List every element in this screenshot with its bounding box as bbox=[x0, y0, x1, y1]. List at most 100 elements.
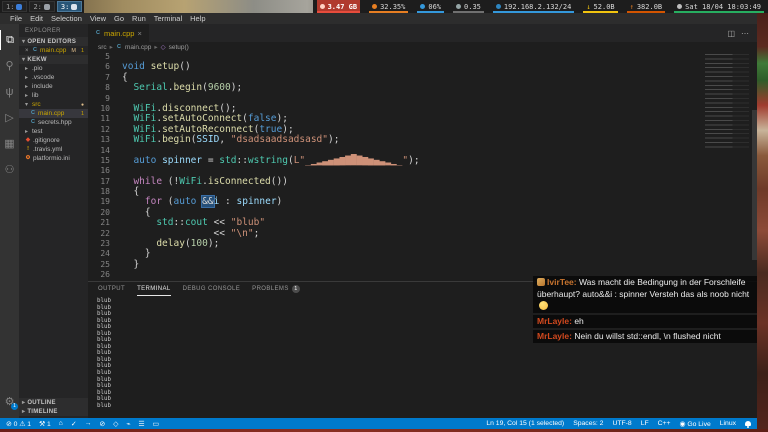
split-editor-icon[interactable]: ◫ bbox=[727, 29, 735, 38]
code-token: { bbox=[122, 206, 151, 218]
eol[interactable]: LF bbox=[641, 420, 649, 427]
breadcrumb-item[interactable]: main.cpp bbox=[125, 44, 151, 51]
panel-tab-output[interactable]: OUTPUT bbox=[98, 282, 125, 296]
chat-username[interactable]: IvirTee: bbox=[547, 277, 579, 287]
pio-home-icon[interactable]: ⌂ bbox=[59, 420, 63, 427]
menu-go[interactable]: Go bbox=[110, 14, 128, 23]
workspace-switcher: 1: 2: 3: bbox=[0, 0, 85, 13]
menu-run[interactable]: Run bbox=[128, 14, 150, 23]
pio-upload-icon[interactable]: → bbox=[85, 420, 92, 427]
tab-close-icon[interactable]: × bbox=[137, 29, 141, 38]
explorer-icon[interactable]: ⧉ bbox=[0, 30, 19, 50]
menu-selection[interactable]: Selection bbox=[47, 14, 86, 23]
file-item--pio[interactable]: ▸ .pio bbox=[19, 64, 88, 73]
chat-username[interactable]: MrLayle: bbox=[537, 331, 574, 341]
menu-items: File Edit Selection View Go Run Terminal Help bbox=[6, 14, 210, 23]
code-line[interactable]: 25 } bbox=[88, 258, 757, 270]
status-block: 06% bbox=[417, 0, 445, 13]
code-lines: 5 6 void setup() 7{8 Serial.begin(9600); 9 10… bbox=[88, 52, 757, 281]
tab-main-cpp[interactable]: C main.cpp × bbox=[88, 24, 149, 42]
open-editors-header[interactable]: ▾ OPEN EDITORS bbox=[19, 37, 88, 46]
file-item-lib[interactable]: ▸ lib bbox=[19, 91, 88, 100]
menu-terminal[interactable]: Terminal bbox=[150, 14, 186, 23]
file-item--travis-yml[interactable]: ! .travis.yml bbox=[19, 145, 88, 154]
panel-tab-terminal[interactable]: TERMINAL bbox=[137, 282, 171, 296]
file-item--vscode[interactable]: ▸ .vscode bbox=[19, 73, 88, 82]
code-token: << bbox=[207, 217, 231, 229]
manage-gear-icon[interactable]: ⚙ 1 bbox=[0, 392, 19, 412]
code-token: } bbox=[122, 258, 140, 270]
extensions-icon[interactable]: ▦ bbox=[0, 134, 19, 154]
search-icon[interactable]: ⚲ bbox=[0, 56, 19, 76]
file-item-test[interactable]: ▸ test bbox=[19, 127, 88, 136]
menu-edit[interactable]: Edit bbox=[26, 14, 47, 23]
code-line[interactable]: 8 Serial.begin(9600); bbox=[88, 82, 757, 94]
code-line[interactable]: 17 while (!WiFi.isConnected()) bbox=[88, 175, 757, 187]
pio-clean-icon[interactable]: ⊘ bbox=[99, 420, 105, 428]
file-item-secrets-hpp[interactable]: Csecrets.hpp bbox=[19, 118, 88, 127]
code-token: = bbox=[202, 154, 220, 166]
indentation[interactable]: Spaces: 2 bbox=[573, 420, 603, 427]
file-item--gitignore[interactable]: ◆ .gitignore bbox=[19, 136, 88, 145]
code-token: begin bbox=[162, 134, 191, 146]
code-line[interactable]: 23 delay(100); bbox=[88, 238, 757, 249]
menu-view[interactable]: View bbox=[86, 14, 110, 23]
remote-os[interactable]: Linux bbox=[720, 420, 736, 427]
code-editor[interactable]: 5 6 void setup() 7{8 Serial.begin(9600); 9 10… bbox=[88, 52, 757, 281]
minimap[interactable] bbox=[705, 54, 749, 150]
code-token: setup bbox=[150, 61, 180, 73]
chevron-down-icon: ▾ bbox=[22, 57, 26, 63]
run-debug-icon[interactable]: ▷ bbox=[0, 108, 19, 128]
file-item-platformio-ini[interactable]: ⚙ platformio.ini bbox=[19, 154, 88, 163]
pio-tasks-icon[interactable]: ☰ bbox=[138, 420, 144, 428]
panel-tab-debug-console[interactable]: DEBUG CONSOLE bbox=[183, 282, 241, 296]
cursor-position[interactable]: Ln 19, Col 15 (1 selected) bbox=[486, 420, 564, 427]
chat-message: MrLayle: eh bbox=[533, 315, 757, 328]
menu-file[interactable]: File bbox=[6, 14, 26, 23]
pio-build-icon[interactable]: ✓ bbox=[71, 420, 77, 428]
workspace-button[interactable]: 2: bbox=[29, 1, 55, 12]
cpp-file-icon: C bbox=[96, 29, 100, 36]
git-modified-indicator: M bbox=[71, 47, 76, 54]
close-icon[interactable]: × bbox=[25, 48, 30, 54]
problems-status[interactable]: ⊘ 0 ⚠ 1 bbox=[6, 420, 31, 428]
status-block: Sat 18/04 18:03:49 bbox=[674, 0, 764, 13]
workspace-header[interactable]: ▾ KEKW bbox=[19, 55, 88, 64]
file-item-src[interactable]: ▾ src ● bbox=[19, 100, 88, 109]
platformio-icon[interactable]: ⚇ bbox=[0, 160, 19, 180]
code-line[interactable]: 6 void setup() bbox=[88, 62, 757, 72]
workspace-button[interactable]: 3: bbox=[56, 1, 83, 12]
go-live[interactable]: ◉ Go Live bbox=[680, 420, 711, 428]
notifications-bell-icon[interactable] bbox=[745, 421, 751, 428]
code-line[interactable]: 15 auto spinner = std::wstring(L"_▁▂▃▄▅▆… bbox=[88, 154, 757, 166]
code-token: ()) bbox=[270, 175, 288, 187]
panel-tab-problems[interactable]: PROBLEMS 1 bbox=[252, 282, 300, 296]
breadcrumb-item[interactable]: src bbox=[98, 44, 107, 51]
breadcrumb-item[interactable]: setup() bbox=[169, 44, 189, 51]
encoding[interactable]: UTF-8 bbox=[612, 420, 631, 427]
open-editor-main-cpp[interactable]: × C main.cpp M 1 bbox=[19, 46, 88, 55]
code-line[interactable]: 19 for (auto &&i : spinner) bbox=[88, 196, 757, 208]
menu-help[interactable]: Help bbox=[186, 14, 209, 23]
code-line[interactable]: 13 WiFi.begin(SSID, "dsadsaadsadsasd"); bbox=[88, 134, 757, 146]
more-actions-icon[interactable]: ⋯ bbox=[741, 29, 749, 38]
line-number: 10 bbox=[100, 103, 110, 113]
file-item-include[interactable]: ▸ include bbox=[19, 82, 88, 91]
breadcrumb: src ▸ Cmain.cpp ▸ ◇ setup() bbox=[88, 42, 757, 52]
timeline-section[interactable]: ▸ TIMELINE bbox=[19, 407, 88, 416]
code-line[interactable]: 24 } bbox=[88, 249, 757, 259]
pio-terminal-icon[interactable]: ▭ bbox=[153, 420, 159, 428]
pio-test-icon[interactable]: ◇ bbox=[113, 420, 118, 428]
file-item-main-cpp[interactable]: Cmain.cpp 1 bbox=[19, 109, 88, 118]
workspace-button[interactable]: 1: bbox=[2, 1, 28, 12]
document-icon bbox=[71, 3, 78, 10]
pio-env-status[interactable]: ⚒ 1 bbox=[39, 420, 51, 428]
code-token: begin bbox=[173, 82, 203, 94]
language-mode[interactable]: C++ bbox=[658, 420, 671, 427]
outline-section[interactable]: ▸ OUTLINE bbox=[19, 398, 88, 407]
source-control-icon[interactable]: ψ bbox=[0, 82, 19, 102]
pio-serial-monitor-icon[interactable]: ⌁ bbox=[126, 420, 130, 428]
chat-username[interactable]: MrLayle: bbox=[537, 316, 574, 326]
desktop-wallpaper-strip bbox=[757, 13, 768, 432]
line-number: 20 bbox=[100, 207, 110, 217]
